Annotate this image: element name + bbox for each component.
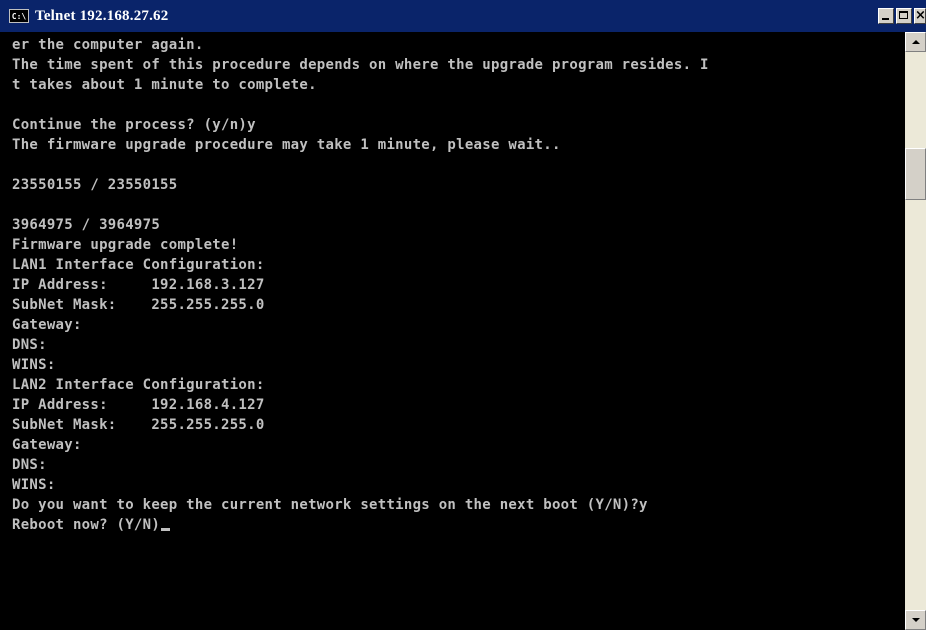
terminal-line: DNS:: [12, 337, 47, 353]
close-button[interactable]: ×: [914, 8, 926, 24]
minimize-icon: [882, 18, 889, 20]
terminal-line: Firmware upgrade complete!: [12, 237, 239, 253]
terminal-line: IP Address: 192.168.4.127: [12, 397, 265, 413]
terminal-line: Gateway:: [12, 437, 82, 453]
terminal-line: er the computer again.: [12, 37, 204, 53]
title-bar[interactable]: C:\ Telnet 192.168.27.62 ×: [0, 0, 926, 32]
terminal-line: LAN2 Interface Configuration:: [12, 377, 265, 393]
terminal-line: DNS:: [12, 457, 47, 473]
telnet-window: C:\ Telnet 192.168.27.62 × er the comput…: [0, 0, 926, 630]
text-cursor: [161, 528, 171, 531]
terminal-line: SubNet Mask: 255.255.255.0: [12, 297, 265, 313]
terminal-line: Gateway:: [12, 317, 82, 333]
arrow-up-icon: [912, 40, 920, 44]
terminal-line: The time spent of this procedure depends…: [12, 57, 709, 73]
terminal-line: IP Address: 192.168.3.127: [12, 277, 265, 293]
terminal-line: Do you want to keep the current network …: [12, 497, 648, 513]
terminal-line: The firmware upgrade procedure may take …: [12, 137, 561, 153]
close-icon: ×: [915, 8, 926, 23]
maximize-button[interactable]: [896, 8, 912, 24]
terminal-line: 23550155 / 23550155: [12, 177, 178, 193]
terminal-line: Reboot now? (Y/N): [12, 515, 171, 535]
maximize-icon: [899, 11, 908, 19]
scroll-up-button[interactable]: [905, 32, 926, 52]
arrow-down-icon: [912, 618, 920, 622]
window-title: Telnet 192.168.27.62: [35, 7, 169, 24]
terminal-line: 3964975 / 3964975: [12, 217, 161, 233]
terminal-output[interactable]: er the computer again. The time spent of …: [0, 32, 905, 630]
terminal-line: WINS:: [12, 477, 56, 493]
terminal-line: SubNet Mask: 255.255.255.0: [12, 417, 265, 433]
scroll-down-button[interactable]: [905, 610, 926, 630]
console-icon[interactable]: C:\: [9, 9, 29, 23]
vertical-scrollbar[interactable]: [905, 32, 926, 630]
terminal-line: LAN1 Interface Configuration:: [12, 257, 265, 273]
minimize-button[interactable]: [878, 8, 894, 24]
terminal-line: Continue the process? (y/n)y: [12, 117, 256, 133]
terminal-line: WINS:: [12, 357, 56, 373]
scroll-thumb[interactable]: [905, 148, 926, 200]
terminal-line: t takes about 1 minute to complete.: [12, 77, 317, 93]
